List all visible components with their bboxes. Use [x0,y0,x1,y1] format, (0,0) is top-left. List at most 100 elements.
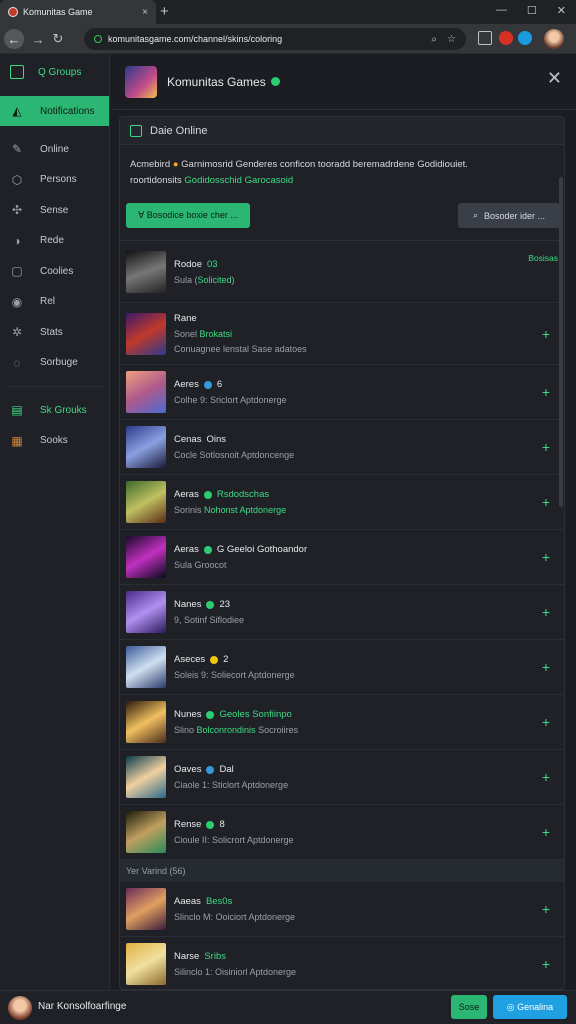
chest-icon: ▦ [11,433,23,448]
maximize-icon[interactable]: ☐ [527,4,537,17]
member-info: Cenas Oins Cocle Sotlosnoit Aptdoncenge [174,434,294,460]
notice-text: Garnimosrid Genderes conficon tooradd be… [181,159,468,170]
sidebar-item-6[interactable]: ◉ Rel [0,287,109,318]
zoom-icon[interactable]: ⌕ [431,34,437,45]
member-name: Aeras [174,544,199,555]
member-row[interactable]: Rane Sonel Brokatsi Conuagnee lenstal Sase… [120,303,564,365]
sidebar-item-8[interactable]: ◌ Sorbuge [0,348,109,379]
square-icon: ▢ [11,264,23,279]
add-member-icon[interactable]: + [542,494,550,510]
reload-icon[interactable]: ↻ [48,29,68,49]
member-sub-a: Sorinis [174,505,205,515]
back-icon[interactable]: ← [4,29,24,49]
member-row[interactable]: Rodoe 03 Sula (Solicited) Bosisas [120,241,564,303]
panel-scrollbar[interactable] [559,177,563,507]
forward-icon[interactable]: → [28,29,48,49]
member-row[interactable]: Aeras G Geeloi Gothoandor Sula Groocot + [120,530,564,585]
new-tab-icon[interactable]: + [160,3,169,20]
sidebar-item-3[interactable]: ✣ Sense [0,195,109,226]
book-icon: ▤ [11,403,23,418]
member-name-line: Nanes 23 [174,599,244,610]
member-info: Nunes Geoles Sonfiinpo Slino Bolconrondini… [174,709,298,735]
member-info: Aseces 2 Soleis 9: Soliecort Aptdonerge [174,654,295,680]
member-subtitle: Soleis 9: Soliecort Aptdonerge [174,670,295,680]
member-avatar [126,943,166,985]
sidebar-item-0[interactable]: ◭ Notifications [0,96,109,126]
add-member-icon[interactable]: + [542,326,550,342]
sidebar-item-2[interactable]: ⬡ Persons [0,165,109,196]
add-member-icon[interactable]: + [542,659,550,675]
sidebar-item-label: Rede [40,235,64,247]
member-row[interactable]: Aaeas Bes0s Slinclo M: Ooiciort Aptdonerge… [120,882,564,937]
sidebar-groups-label: Q Groups [38,66,82,78]
sidebar-item-5[interactable]: ▢ Coolies [0,256,109,287]
tab-close-icon[interactable]: × [142,7,148,18]
sidebar-item-sooks[interactable]: ▦ Sooks [0,426,109,457]
member-avatar [126,481,166,523]
member-row[interactable]: Aeres 6 Colhe 9: Sriclort Aptdonerge + [120,365,564,420]
panel-title: Daie Online [150,124,208,137]
add-member-icon[interactable]: + [542,604,550,620]
sidebar-item-7[interactable]: ✲ Stats [0,317,109,348]
add-member-icon[interactable]: + [542,769,550,785]
member-row[interactable]: Rense 8 Cioule II: Solicrort Aptdonerge + [120,805,564,860]
member-row[interactable]: Nunes Geoles Sonfiinpo Slino Bolconrondini… [120,695,564,750]
profile-avatar[interactable] [544,29,564,49]
search-button[interactable]: ⌕ Bosoder ider ... [458,203,560,228]
member-sub-a: Slinclo M: Ooiciort Aptdonerge [174,912,296,922]
member-name: Rense [174,819,202,830]
browser-tab[interactable]: Komunitas Game × [0,0,156,24]
window-close-icon[interactable]: ✕ [557,4,566,17]
bookmark-star-icon[interactable]: ☆ [447,34,456,45]
status-dot-icon [206,820,215,829]
member-subtitle: Ciaole 1: Sticlort Aptdonerge [174,780,288,790]
add-member-icon[interactable]: + [542,384,550,400]
extension-puzzle-icon[interactable] [478,31,492,45]
add-member-icon[interactable]: + [542,714,550,730]
filter-button[interactable]: ∀ Bosodice boxie cher ... [126,203,250,228]
member-tag: Sribs [204,951,226,962]
disc-icon: ◉ [11,294,23,309]
notice-link[interactable]: Godidosschid Garocasoid [184,175,293,186]
member-row[interactable]: Oaves Dal Ciaole 1: Sticlort Aptdonerge + [120,750,564,805]
add-member-icon[interactable]: + [542,439,550,455]
groups-icon [10,65,24,79]
member-subtitle: Silinclo 1: Oisiniorl Aptdonerge [174,967,296,977]
extension-red-icon[interactable] [499,31,513,45]
member-row[interactable]: Nanes 23 9, Sotinf Siflodiee + [120,585,564,640]
user-avatar[interactable] [8,996,32,1020]
add-member-icon[interactable]: + [542,901,550,917]
member-row[interactable]: Cenas Oins Cocle Sotlosnoit Aptdoncenge + [120,420,564,475]
online-list-icon [130,124,142,137]
member-sub-b: Nohonst Aptdonerge [204,505,287,515]
member-action-label[interactable]: Bosisas [528,253,558,263]
sidebar-item-4[interactable]: ◑ Rede [0,226,109,257]
extension-blue-icon[interactable] [518,31,532,45]
save-button[interactable]: Sose [451,995,487,1019]
member-detail: Conuagnee lenstal Sase adatoes [174,344,307,354]
close-icon[interactable]: ✕ [547,68,562,89]
member-avatar [126,646,166,688]
channel-title: Komunitas Games [167,74,266,89]
browser-tab-strip: Komunitas Game × + — ☐ ✕ [0,0,576,24]
member-subtitle: Cocle Sotlosnoit Aptdoncenge [174,450,294,460]
member-subtitle: Slino Bolconrondinis Socroiires [174,725,298,735]
member-sub-a: Sula ( [174,274,198,285]
member-avatar [126,591,166,633]
member-row[interactable]: Narse Sribs Silinclo 1: Oisiniorl Aptdoner… [120,937,564,989]
member-name: Cenas [174,434,202,445]
add-member-icon[interactable]: + [542,956,550,972]
add-member-icon[interactable]: + [542,824,550,840]
add-member-icon[interactable]: + [542,549,550,565]
member-name: Rane [174,313,197,324]
minimize-icon[interactable]: — [496,4,507,17]
address-bar[interactable]: komunitasgame.com/channel/skins/coloring… [84,28,466,50]
sidebar-item-groups[interactable]: ▤ Sk Grouks [0,395,109,426]
member-avatar [126,250,166,293]
sidebar-groups[interactable]: Q Groups [0,54,109,90]
member-info: Aeras G Geeloi Gothoandor Sula Groocot [174,544,307,570]
general-button[interactable]: ◎ Genalina [493,995,567,1019]
member-row[interactable]: Aseces 2 Soleis 9: Soliecort Aptdonerge + [120,640,564,695]
sidebar-item-1[interactable]: ✎ Online [0,134,109,165]
member-row[interactable]: Aeras Rsdodschas Sorinis Nohonst Aptdonerg… [120,475,564,530]
